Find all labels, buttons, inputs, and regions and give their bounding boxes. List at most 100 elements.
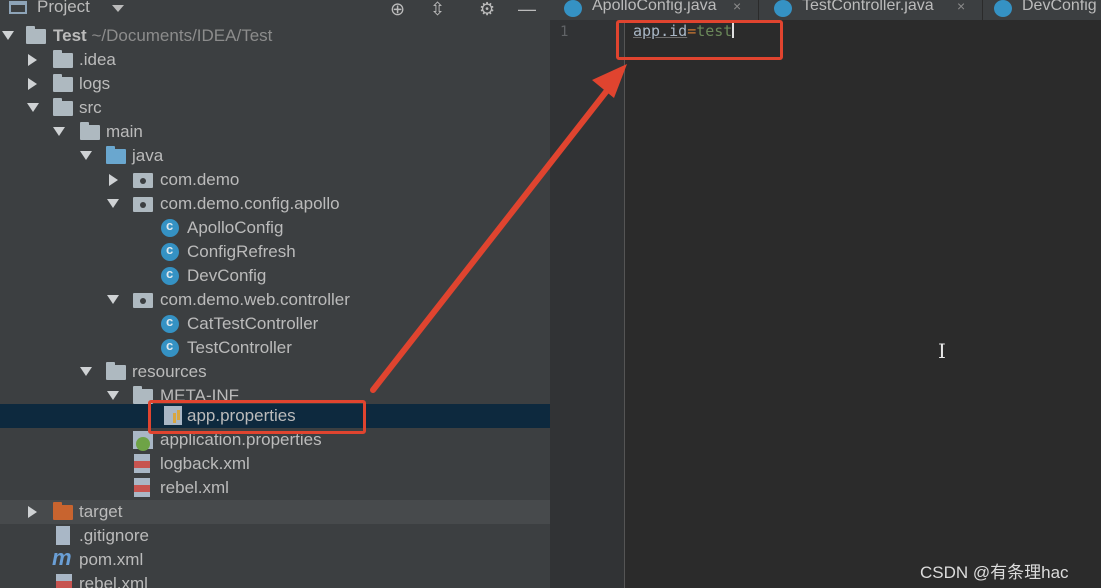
collapse-icon[interactable]: ⇳ [430, 0, 445, 20]
java-class-icon [564, 0, 582, 17]
tree-item-src[interactable]: src [0, 96, 550, 120]
tree-item-label: logback.xml [160, 454, 250, 473]
tree-item-label: main [106, 122, 143, 141]
expand-arrow-icon[interactable] [27, 103, 39, 112]
tree-item-label: logs [79, 74, 111, 93]
expand-arrow-icon[interactable] [28, 78, 37, 90]
expand-arrow-icon[interactable] [53, 127, 65, 136]
expand-arrow-icon[interactable] [28, 54, 37, 66]
tab-label: DevConfig [1022, 0, 1097, 14]
tree-item-label: pom.xml [79, 550, 144, 569]
folder-icon [53, 98, 73, 116]
expand-arrow-icon[interactable] [107, 295, 119, 304]
package-icon [133, 197, 153, 212]
java-class-icon [161, 266, 179, 285]
tree-item-com-demo-config-apollo[interactable]: com.demo.config.apollo [0, 192, 550, 216]
tree-item-label: resources [132, 362, 207, 381]
tree-item-test[interactable]: Test ~/Documents/IDEA/Test [0, 24, 550, 48]
package-icon [133, 173, 153, 188]
resources-folder-icon [106, 362, 126, 380]
excluded-folder-icon [53, 502, 73, 520]
expand-arrow-icon[interactable] [107, 391, 119, 400]
java-class-icon [774, 0, 792, 17]
tree-item-rebel-xml-root[interactable]: rebel.xml [0, 572, 550, 588]
close-icon[interactable]: × [957, 0, 965, 14]
tree-item-label: ConfigRefresh [187, 242, 296, 261]
xml-file-icon [56, 574, 72, 588]
tab-test-controller[interactable]: TestController.java × [760, 0, 985, 20]
tree-item-label: com.demo.config.apollo [160, 194, 340, 213]
tab-label: TestController.java [802, 0, 934, 14]
java-class-icon [161, 314, 179, 333]
tab-dev-config[interactable]: DevConfig [980, 0, 1101, 20]
tree-item-pom-xml[interactable]: m pom.xml [0, 545, 550, 572]
tree-item-label: java [132, 146, 164, 165]
tree-item-com-demo[interactable]: com.demo [0, 168, 550, 192]
tree-item-label: Test ~/Documents/IDEA/Test [53, 26, 273, 45]
highlight-box-editor [616, 20, 783, 60]
ide-window: Project ⊕ ⇳ ⚙ — Test ~/Documents/IDEA/Te… [0, 0, 1101, 588]
expand-arrow-icon[interactable] [2, 31, 14, 40]
tab-apollo-config[interactable]: ApolloConfig.java × [550, 0, 758, 20]
tree-item-idea[interactable]: .idea [0, 48, 550, 72]
project-icon [9, 1, 27, 14]
tree-item-label: ApolloConfig [187, 218, 284, 237]
target-icon[interactable]: ⊕ [390, 0, 405, 20]
tree-item-java[interactable]: java [0, 144, 550, 168]
java-class-icon [161, 242, 179, 261]
folder-icon [53, 50, 73, 68]
tree-item-test-controller[interactable]: TestController [0, 336, 550, 360]
watermark: CSDN @有条理hac [920, 563, 1069, 582]
tree-item-label: com.demo.web.controller [160, 290, 350, 309]
tree-item-dev-config[interactable]: DevConfig [0, 264, 550, 288]
tree-item-com-demo-web-controller[interactable]: com.demo.web.controller [0, 288, 550, 312]
java-class-icon [994, 0, 1012, 17]
tree-item-label: com.demo [160, 170, 240, 189]
editor-gutter [550, 20, 624, 588]
code-editor[interactable] [625, 20, 1101, 588]
project-panel-header: Project ⊕ ⇳ ⚙ — [0, 0, 550, 20]
gear-icon[interactable]: ⚙ [479, 0, 495, 20]
line-number: 1 [560, 24, 569, 40]
tab-label: ApolloConfig.java [592, 0, 717, 14]
tree-item-label: .idea [79, 50, 116, 69]
xml-file-icon [134, 454, 150, 473]
tree-item-target[interactable]: target [0, 500, 550, 524]
tree-item-logback-xml[interactable]: logback.xml [0, 452, 550, 476]
tree-item-label: CatTestController [187, 314, 319, 333]
tree-item-label: .gitignore [79, 526, 149, 545]
java-class-icon [161, 218, 179, 237]
tree-item-label: DevConfig [187, 266, 267, 285]
folder-icon [80, 122, 100, 140]
maven-icon: m [52, 545, 72, 570]
editor-tab-bar: ApolloConfig.java × TestController.java … [550, 0, 1101, 20]
hide-icon[interactable]: — [518, 0, 536, 20]
package-icon [133, 293, 153, 308]
xml-file-icon [134, 478, 150, 497]
expand-arrow-icon[interactable] [109, 174, 118, 186]
expand-arrow-icon[interactable] [28, 506, 37, 518]
project-panel: Project ⊕ ⇳ ⚙ — Test ~/Documents/IDEA/Te… [0, 0, 550, 588]
expand-arrow-icon[interactable] [80, 367, 92, 376]
tree-item-rebel-xml[interactable]: rebel.xml [0, 476, 550, 500]
chevron-down-icon[interactable] [112, 5, 124, 12]
highlight-box-tree [148, 400, 366, 434]
tree-item-apollo-config[interactable]: ApolloConfig [0, 216, 550, 240]
tree-item-logs[interactable]: logs [0, 72, 550, 96]
tree-item-label: target [79, 502, 123, 521]
tree-item-main[interactable]: main [0, 120, 550, 144]
expand-arrow-icon[interactable] [80, 151, 92, 160]
tree-item-config-refresh[interactable]: ConfigRefresh [0, 240, 550, 264]
expand-arrow-icon[interactable] [107, 199, 119, 208]
text-cursor-icon: I [938, 339, 946, 363]
tree-item-label: src [79, 98, 102, 117]
close-icon[interactable]: × [733, 0, 741, 14]
source-folder-icon [106, 146, 126, 164]
text-file-icon [56, 526, 70, 545]
tab-separator [758, 0, 759, 20]
tree-item-gitignore[interactable]: .gitignore [0, 524, 550, 548]
folder-icon [53, 74, 73, 92]
project-view-selector[interactable]: Project [37, 0, 90, 17]
tree-item-resources[interactable]: resources [0, 360, 550, 384]
tree-item-cat-test-controller[interactable]: CatTestController [0, 312, 550, 336]
